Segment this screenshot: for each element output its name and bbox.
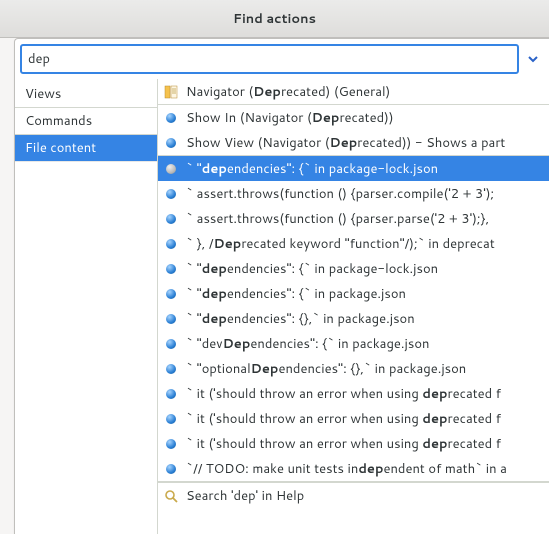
result-label: ` "dependencies": {` in package-lock.jso… [186,160,438,178]
result-row[interactable]: Show In (Navigator (Deprecated)) [158,105,549,130]
result-label: ` assert.throws(function () {parser.comp… [186,185,494,203]
bullet-icon [164,187,178,201]
result-row[interactable]: `// TODO: make unit tests independent of… [158,456,549,482]
bullet-icon [164,412,178,426]
bullet-icon [164,111,178,125]
category-item[interactable]: Commands [15,108,157,135]
history-dropdown-button[interactable] [522,44,544,74]
bullet-icon [164,387,178,401]
category-sidebar: ViewsCommandsFile content [15,79,158,534]
result-label: ` "devDependencies": {` in package.json [186,335,429,353]
result-row[interactable]: ` "dependencies": {` in package-lock.jso… [158,156,549,181]
result-label: ` "dependencies": {},` in package.json [186,310,415,328]
result-label: ` it ('should throw an error when using … [186,435,501,453]
result-label: Show View (Navigator (Deprecated)) - Sho… [186,134,505,152]
result-row[interactable]: ` assert.throws(function () {parser.pars… [158,206,549,231]
category-item[interactable]: File content [15,135,157,162]
result-label: ` "dependencies": {` in package-lock.jso… [186,260,438,278]
bullet-icon [164,262,178,276]
result-row[interactable]: ` it ('should throw an error when using … [158,431,549,456]
chevron-down-icon [527,53,539,65]
result-label: Show In (Navigator (Deprecated)) [186,109,394,127]
bullet-icon [164,437,178,451]
result-row[interactable]: ` "dependencies": {},` in package.json [158,306,549,331]
result-row[interactable]: ` it ('should throw an error when using … [158,406,549,431]
result-row[interactable]: ` "dependencies": {` in package-lock.jso… [158,256,549,281]
results-list: Navigator (Deprecated) (General) Show In … [158,79,549,534]
bullet-icon [164,136,178,150]
result-row[interactable]: ` assert.throws(function () {parser.comp… [158,181,549,206]
result-label: ` "optionalDependencies": {},` in packag… [186,360,466,378]
result-row[interactable]: Search 'dep' in Help [158,482,549,508]
category-item[interactable]: Views [15,81,157,108]
result-label: Search 'dep' in Help [186,487,304,505]
search-row [15,39,549,79]
bullet-icon [164,337,178,351]
result-label: ` }, /Deprecated keyword "function"/);` … [186,235,495,253]
navigator-icon [164,85,178,99]
dialog-body: ViewsCommandsFile content Navigator (Dep… [14,38,549,534]
bullet-icon [164,462,178,476]
bullet-icon [164,312,178,326]
bullet-icon [164,212,178,226]
content-area: ViewsCommandsFile content Navigator (Dep… [15,79,549,534]
bullet-icon [164,162,178,176]
bullet-icon [164,287,178,301]
bullet-icon [164,362,178,376]
result-label: ` it ('should throw an error when using … [186,410,501,428]
result-row[interactable]: Show View (Navigator (Deprecated)) - Sho… [158,130,549,156]
result-label: ` assert.throws(function () {parser.pars… [186,210,489,228]
window-title: Find actions [0,0,549,38]
result-row[interactable]: ` "devDependencies": {` in package.json [158,331,549,356]
search-input[interactable] [20,44,519,74]
result-label: Navigator (Deprecated) (General) [186,83,390,101]
bullet-icon [164,237,178,251]
result-row[interactable]: ` it ('should throw an error when using … [158,381,549,406]
result-row[interactable]: ` }, /Deprecated keyword "function"/);` … [158,231,549,256]
result-row[interactable]: ` "dependencies": {` in package.json [158,281,549,306]
result-row[interactable]: Navigator (Deprecated) (General) [158,79,549,105]
result-label: ` it ('should throw an error when using … [186,385,501,403]
result-label: `// TODO: make unit tests independent of… [186,460,507,478]
result-label: ` "dependencies": {` in package.json [186,285,406,303]
result-row[interactable]: ` "optionalDependencies": {},` in packag… [158,356,549,381]
search-help-icon [164,489,178,503]
